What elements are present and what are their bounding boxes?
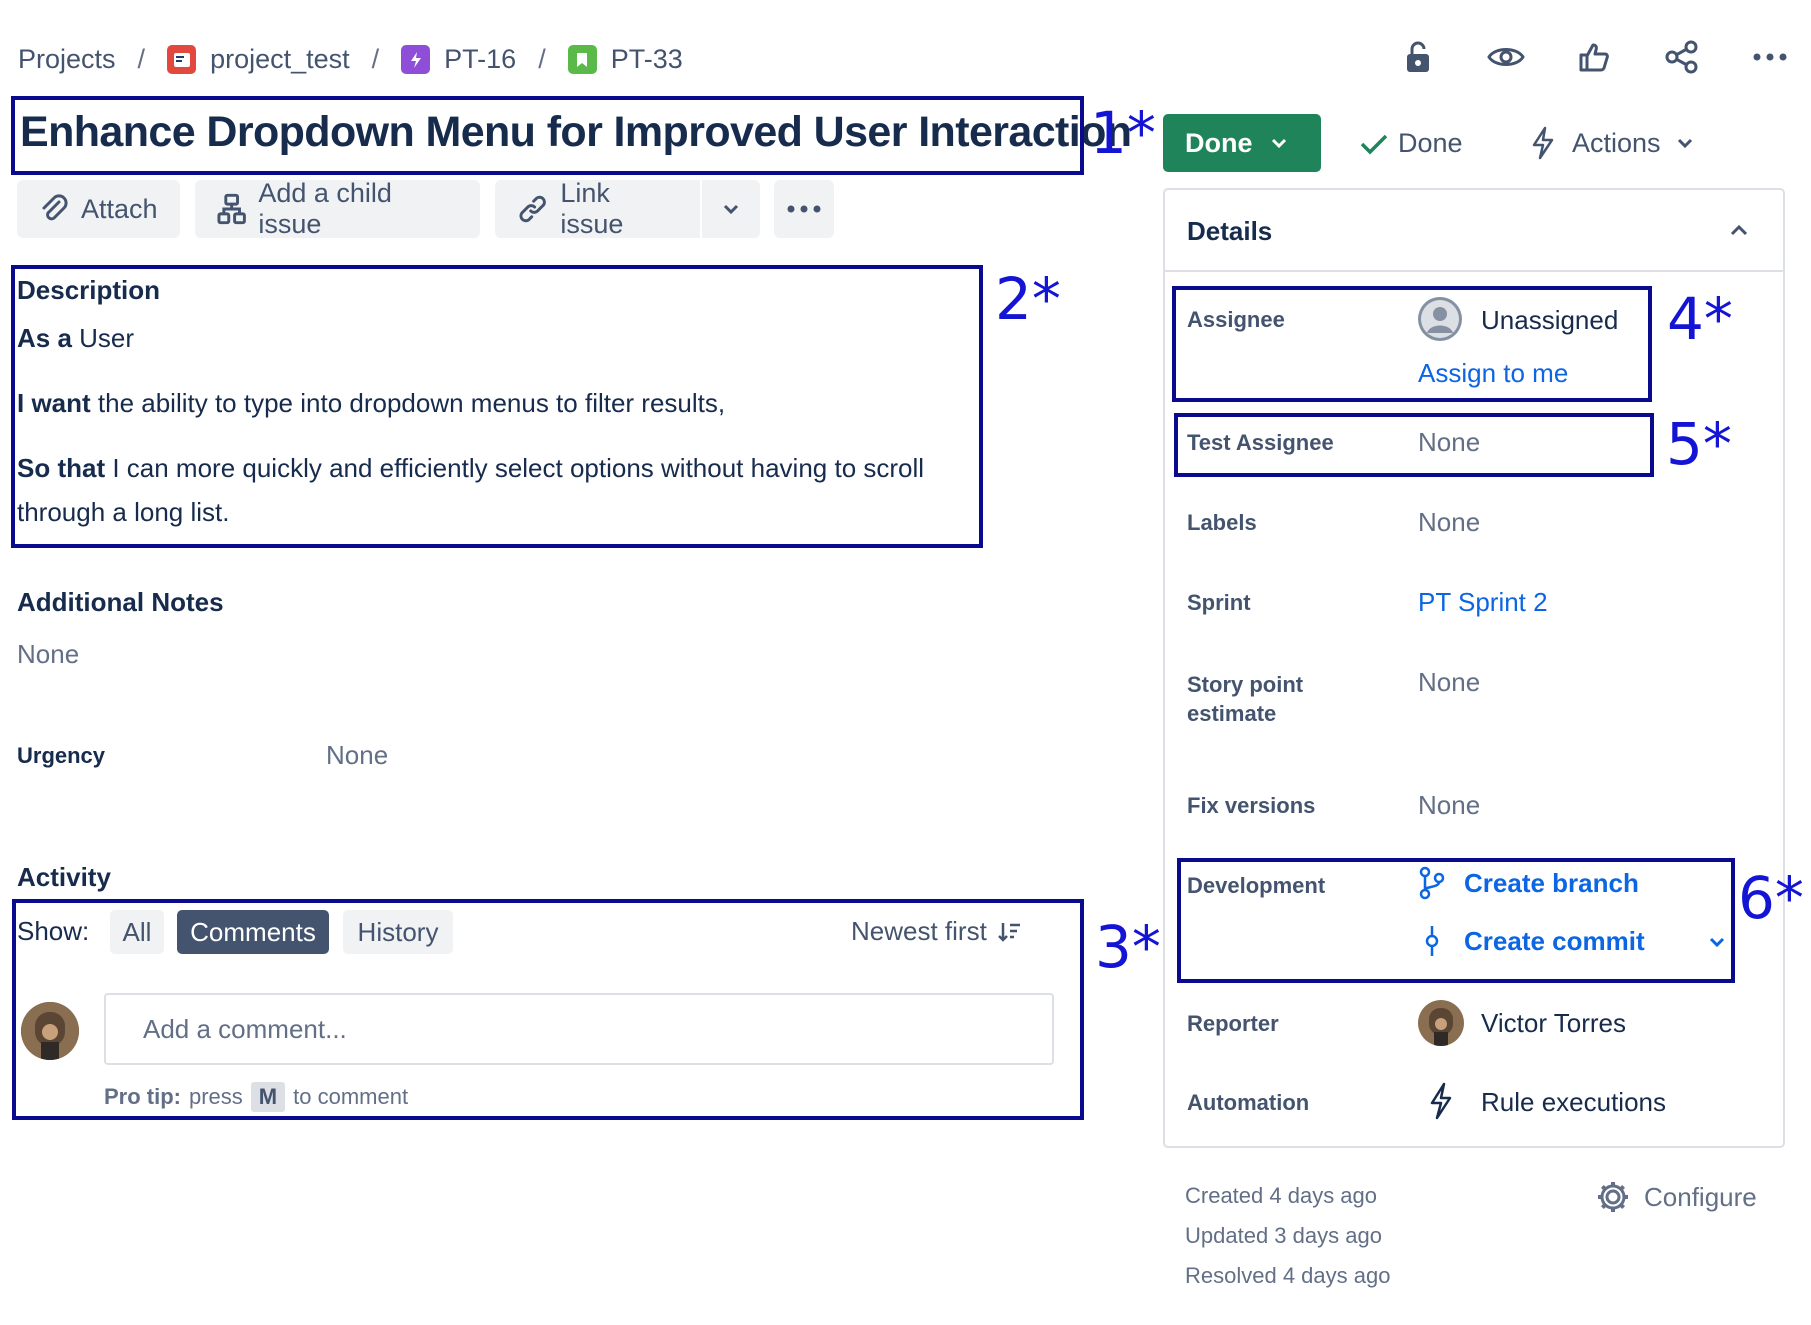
story-point-value[interactable]: None [1418, 667, 1480, 698]
attach-icon [42, 194, 68, 221]
status-label: Done [1185, 127, 1253, 158]
sprint-label: Sprint [1187, 590, 1251, 615]
more-icon [787, 205, 821, 213]
issue-header-actions [1399, 38, 1789, 76]
child-issue-icon [217, 193, 246, 225]
updated-timestamp: Updated 3 days ago [1185, 1223, 1382, 1248]
link-issue-dropdown[interactable] [702, 180, 760, 238]
resolution-indicator: Done [1360, 128, 1463, 159]
sprint-link[interactable]: PT Sprint 2 [1418, 587, 1548, 618]
urgency-value[interactable]: None [326, 740, 388, 771]
configure-button[interactable]: Configure [1596, 1180, 1757, 1214]
breadcrumb-project[interactable]: project_test [210, 44, 350, 75]
checkmark-icon [1360, 134, 1388, 154]
annotation-box-4 [1172, 286, 1652, 402]
gear-icon [1598, 1182, 1628, 1212]
details-heading: Details [1187, 216, 1273, 246]
epic-icon [401, 45, 431, 74]
link-icon [519, 195, 546, 223]
resolution-label: Done [1398, 128, 1463, 158]
automation-label: Automation [1187, 1090, 1310, 1115]
attach-label: Attach [81, 193, 158, 224]
annotation-label-5: 5* [1666, 410, 1732, 478]
annotation-label-4: 4* [1667, 285, 1733, 353]
breadcrumb-separator: / [371, 44, 380, 74]
labels-value[interactable]: None [1418, 507, 1480, 538]
link-issue-button[interactable]: Link issue [495, 178, 700, 239]
lightning-icon [1430, 1082, 1452, 1120]
fix-versions-label: Fix versions [1187, 793, 1316, 818]
chevron-down-icon [723, 204, 739, 214]
annotation-label-1: 1* [1090, 99, 1156, 167]
chevron-down-icon [1271, 138, 1286, 148]
breadcrumb: Projects / project_test / PT-16 / PT-33 [18, 44, 683, 75]
activity-heading: Activity [17, 862, 111, 892]
automation-value[interactable]: Rule executions [1481, 1087, 1666, 1118]
actions-label: Actions [1572, 127, 1661, 158]
labels-label: Labels [1187, 510, 1257, 535]
annotation-label-3: 3* [1095, 913, 1161, 981]
attach-button[interactable]: Attach [17, 180, 180, 238]
like-icon[interactable] [1575, 38, 1613, 76]
chevron-up-icon[interactable] [1730, 224, 1748, 236]
story-point-label-line2: estimate [1187, 701, 1277, 726]
more-actions-button[interactable] [774, 180, 834, 238]
share-icon[interactable] [1663, 38, 1701, 76]
resolved-timestamp: Resolved 4 days ago [1185, 1263, 1391, 1288]
annotation-label-2: 2* [995, 265, 1061, 333]
breadcrumb-issue[interactable]: PT-33 [611, 44, 683, 75]
reporter-avatar [1418, 1000, 1464, 1046]
project-avatar-icon [167, 45, 197, 74]
annotation-label-6: 6* [1738, 864, 1804, 932]
story-point-label-line1: Story point [1187, 672, 1304, 697]
story-icon [567, 45, 597, 74]
configure-label: Configure [1644, 1181, 1757, 1212]
annotation-box-2 [11, 265, 983, 548]
annotation-box-6 [1177, 858, 1735, 983]
reporter-label: Reporter [1187, 1011, 1279, 1036]
annotation-box-1 [11, 96, 1084, 175]
lock-icon[interactable] [1399, 38, 1437, 76]
lightning-icon [1532, 126, 1554, 160]
actions-button[interactable]: Actions [1530, 126, 1693, 160]
story-point-label: Story point estimate [1187, 670, 1303, 728]
annotation-box-3 [12, 899, 1084, 1120]
add-child-issue-label: Add a child issue [258, 178, 392, 239]
annotation-box-5 [1174, 413, 1654, 477]
link-issue-label: Link issue [560, 178, 624, 239]
reporter-value[interactable]: Victor Torres [1481, 1008, 1626, 1039]
fix-versions-value[interactable]: None [1418, 790, 1480, 821]
add-child-issue-button[interactable]: Add a child issue [195, 178, 480, 239]
additional-notes-value[interactable]: None [17, 639, 79, 670]
additional-notes-heading: Additional Notes [17, 587, 224, 617]
urgency-label: Urgency [17, 743, 106, 768]
breadcrumb-separator: / [137, 44, 146, 74]
created-timestamp: Created 4 days ago [1185, 1183, 1378, 1208]
breadcrumb-projects[interactable]: Projects [18, 44, 116, 75]
watch-icon[interactable] [1487, 38, 1525, 76]
breadcrumb-separator: / [538, 44, 546, 74]
chevron-down-icon [1677, 138, 1692, 148]
more-icon[interactable] [1751, 38, 1789, 76]
breadcrumb-epic[interactable]: PT-16 [444, 44, 516, 75]
status-dropdown-button[interactable]: Done [1163, 114, 1321, 172]
